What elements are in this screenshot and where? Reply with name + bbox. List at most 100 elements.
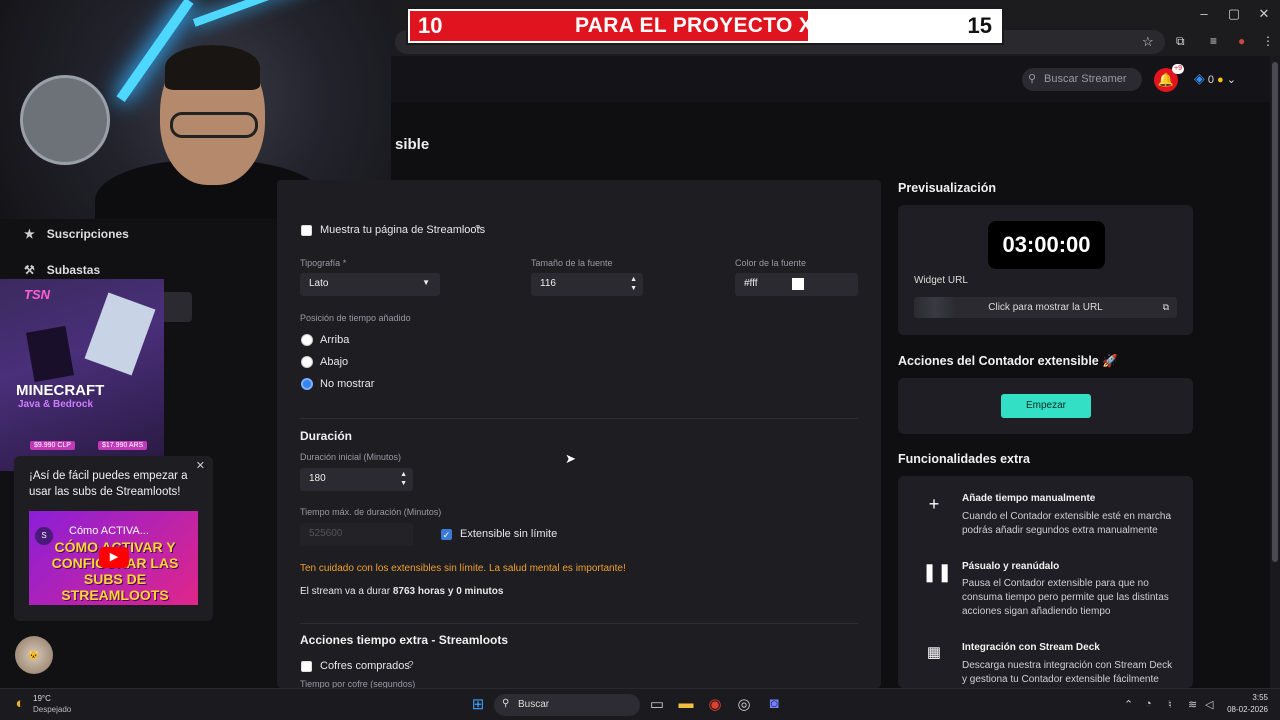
radio-label-no-mostrar: No mostrar — [320, 378, 375, 390]
typography-value: Lato — [309, 278, 329, 289]
notifications-button[interactable]: 🔔 +9 — [1154, 64, 1184, 92]
radio-label-abajo: Abajo — [320, 356, 349, 368]
widget-url-reveal[interactable]: Click para mostrar la URL ⧉ — [914, 297, 1177, 318]
chrome-icon[interactable]: ◉ — [703, 695, 727, 717]
font-size-input[interactable]: 116 ▲ ▼ — [531, 273, 643, 296]
obs-icon[interactable]: ◎ — [732, 695, 756, 717]
font-size-value: 116 — [540, 278, 556, 289]
close-window-icon[interactable]: ✕ — [1254, 6, 1274, 22]
extra-actions-title: Acciones tiempo extra - Streamloots — [300, 633, 509, 647]
radio-no-mostrar[interactable] — [301, 378, 313, 390]
page-scrollbar[interactable] — [1270, 56, 1280, 688]
search-placeholder: Buscar Streamer — [1044, 73, 1127, 85]
radio-label-arriba: Arriba — [320, 334, 350, 346]
bell-icon: 🔔 — [1157, 72, 1175, 87]
help-icon[interactable]: ? — [408, 660, 414, 671]
color-swatch[interactable] — [792, 278, 804, 290]
taskbar-search-label: Buscar — [518, 699, 550, 710]
clock-time[interactable]: 3:55 — [1226, 693, 1268, 702]
sidebar-item-subscriptions[interactable]: ★ Suscripciones — [24, 227, 129, 241]
stepper-icon[interactable]: ▲ ▼ — [630, 275, 637, 293]
star-icon: ★ — [24, 227, 35, 241]
ad-character — [84, 292, 156, 376]
typography-label: Tipografía * — [300, 258, 347, 268]
show-page-checkbox[interactable] — [301, 225, 312, 236]
feature-desc: Cuando el Contador extensible esté en ma… — [962, 511, 1172, 536]
windows-start-icon[interactable]: ⊞ — [466, 695, 490, 717]
stepper-icon[interactable]: ▲ ▼ — [400, 470, 407, 488]
search-input[interactable]: ⚲ Buscar Streamer — [1022, 68, 1142, 91]
rocket-icon: 🚀 — [1102, 354, 1118, 368]
copy-icon[interactable]: ⧉ — [1163, 297, 1169, 318]
divider — [300, 623, 858, 624]
ad-subtitle: Java & Bedrock — [18, 399, 94, 410]
wifi-icon[interactable]: ≋ — [1188, 698, 1197, 711]
url-button-label: Click para mostrar la URL — [988, 302, 1103, 313]
settings-panel — [277, 180, 881, 688]
mouse-cursor-icon: ➤ — [565, 451, 576, 466]
font-color-value: #fff — [744, 278, 758, 289]
weather-desc: Despejado — [33, 705, 72, 714]
plus-icon: + — [928, 494, 940, 514]
feature-title: Pásualo y reanúdalo — [962, 561, 1060, 572]
extras-title: Funcionalidades extra — [898, 452, 1030, 466]
sidebar-item-selected[interactable] — [162, 292, 192, 322]
radio-arriba[interactable] — [301, 334, 313, 346]
taskbar: ◐ 19°C Despejado ⊞ ⚲ Buscar ▭ ▬ ◉ ◎ ◙ ⌃ … — [0, 688, 1280, 720]
bookmark-star-icon[interactable]: ☆ — [1142, 34, 1154, 50]
minimize-icon[interactable]: – — [1194, 6, 1214, 21]
stream-deck-icon: ▦ — [926, 644, 942, 661]
discord-icon[interactable]: ◙ — [762, 695, 786, 717]
microphone-icon[interactable]: ♮ — [1168, 698, 1172, 711]
file-explorer-icon[interactable]: ▬ — [674, 695, 698, 717]
initial-duration-label: Duración inicial (Minutos) — [300, 452, 402, 462]
font-size-label: Tamaño de la fuente — [531, 258, 613, 268]
typography-select[interactable]: Lato ▼ — [300, 273, 440, 296]
chests-checkbox[interactable] — [301, 661, 312, 672]
scrollbar-thumb[interactable] — [1272, 62, 1278, 562]
radio-abajo[interactable] — [301, 356, 313, 368]
volume-icon[interactable]: ◁ — [1205, 698, 1213, 711]
video-thumbnail[interactable]: S Cómo ACTIVA... CÓMO ACTIVAR Y CONFIGUR… — [29, 511, 198, 605]
divider — [300, 418, 858, 419]
clock-date[interactable]: 08-02-2026 — [1226, 705, 1268, 714]
chat-avatar[interactable]: 🐱 — [15, 636, 53, 674]
font-color-label: Color de la fuente — [735, 258, 807, 268]
sidebar-item-auctions[interactable]: ⚒ Subastas — [24, 263, 100, 277]
maximize-icon[interactable]: ▢ — [1224, 6, 1244, 22]
goal-banner: 10 PARA EL PROYECTO X!!! 15 — [406, 7, 1004, 45]
font-color-input[interactable]: #fff — [735, 273, 858, 296]
popup-text: ¡Así de fácil puedes empezar a usar las … — [29, 470, 188, 498]
taskbar-search[interactable]: ⚲ Buscar — [494, 694, 640, 716]
feature-desc: Descarga nuestra integración con Stream … — [962, 660, 1173, 685]
video-title: Cómo ACTIVA... — [69, 525, 149, 537]
extensions-icon[interactable]: ⧉ — [1176, 34, 1185, 49]
help-icon[interactable]: ? — [475, 224, 481, 235]
start-button[interactable]: Empezar — [1001, 394, 1091, 418]
user-menu[interactable]: ◈ 0 ● ⌄ — [1194, 70, 1236, 87]
position-label: Posición de tiempo añadido — [300, 313, 411, 323]
tray-app-icon[interactable]: ◔ — [1145, 698, 1152, 710]
stream-duration-prefix: El stream va a durar — [300, 586, 391, 597]
media-icon[interactable]: ≡ — [1210, 34, 1217, 48]
initial-duration-input[interactable]: 180 ▲ ▼ — [300, 468, 413, 491]
weather-icon[interactable]: ◐ — [8, 695, 32, 717]
caret-down-icon: ▼ — [422, 278, 430, 287]
actions-title-text: Acciones del Contador extensible — [898, 354, 1099, 368]
play-icon[interactable]: ▶ — [99, 547, 129, 568]
profile-icon[interactable]: ● — [1238, 34, 1245, 48]
task-view-icon[interactable]: ▭ — [645, 695, 669, 717]
ad-price-ars: $17.990 ARS — [98, 441, 148, 450]
minecraft-ad[interactable]: TSN MINECRAFT Java & Bedrock $9.990 CLP … — [0, 279, 164, 471]
sidebar-item-label: Suscripciones — [46, 227, 129, 241]
preview-title: Previsualización — [898, 181, 996, 195]
max-duration-label: Tiempo máx. de duración (Minutos) — [300, 507, 442, 517]
max-duration-input[interactable]: 525600 — [300, 523, 413, 546]
ad-title: MINECRAFT — [16, 382, 105, 399]
menu-kebab-icon[interactable]: ⋮ — [1262, 34, 1274, 48]
pause-icon: ❚❚ — [922, 562, 953, 582]
unlimited-checkbox[interactable]: ✓ — [441, 529, 452, 540]
widget-url-label: Widget URL — [914, 275, 968, 286]
tray-expand-icon[interactable]: ⌃ — [1124, 698, 1133, 711]
stream-duration-value: 8763 horas y 0 minutos — [392, 586, 504, 597]
